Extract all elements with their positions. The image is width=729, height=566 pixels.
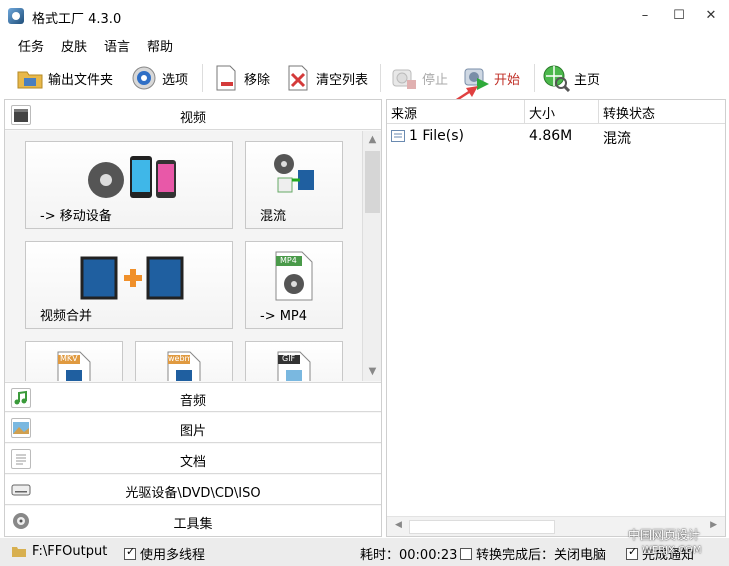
column-source[interactable]: 来源 <box>387 100 525 124</box>
minimize-button[interactable]: – <box>630 6 660 26</box>
elapsed-time: 耗时：00:00:23 <box>360 548 458 563</box>
tile-mobile-device-label: -> 移动设备 <box>40 209 112 224</box>
file-list-icon <box>391 130 405 146</box>
menu-skin[interactable]: 皮肤 <box>61 36 87 55</box>
row-status: 混流 <box>603 131 631 147</box>
menu-language[interactable]: 语言 <box>104 36 130 55</box>
tile-video-merge-label: 视频合并 <box>40 309 93 324</box>
column-size[interactable]: 大小 <box>525 100 599 124</box>
category-image-label: 图片 <box>179 424 206 439</box>
after-convert-toggle[interactable]: 转换完成后：关闭电脑 <box>460 544 606 563</box>
category-panel: 视频 -> 移动设备 混流 视频合并 MP4 -> MP4 MKV webm G… <box>4 99 382 537</box>
watermark-line-1: 中国网页设计 <box>628 528 701 542</box>
app-icon <box>8 8 24 24</box>
multithread-label: 使用多线程 <box>140 548 206 563</box>
mobile-device-icon <box>88 156 176 198</box>
category-image[interactable]: 图片 <box>5 413 381 443</box>
options-label: 选项 <box>162 72 189 88</box>
output-path[interactable]: F:\FFOutput <box>32 544 107 559</box>
mp4-badge: MP4 <box>280 256 297 265</box>
category-document-label: 文档 <box>179 455 206 470</box>
multithread-toggle[interactable]: 使用多线程 <box>124 544 205 563</box>
row-size: 4.86M <box>529 128 573 144</box>
remove-label: 移除 <box>244 72 271 88</box>
remove-file-icon <box>212 64 240 92</box>
category-video-label: 视频 <box>179 111 206 126</box>
maximize-button[interactable]: ☐ <box>664 6 694 26</box>
category-tools-label: 工具集 <box>173 517 213 532</box>
category-document[interactable]: 文档 <box>5 444 381 474</box>
watermark-line-2: WEBJX.COM <box>642 545 702 556</box>
category-disc-label: 光驱设备\DVD\CD\ISO <box>125 486 261 501</box>
toolbar: 输出文件夹 选项 移除 清空列表 停止 开始 主页 <box>0 58 729 98</box>
output-folder-icon <box>12 545 26 561</box>
tile-mobile-device[interactable]: -> 移动设备 <box>25 141 233 229</box>
tile-mp4-label: -> MP4 <box>260 309 308 324</box>
category-audio-label: 音频 <box>179 394 206 409</box>
row-source: 1 File(s) <box>409 128 465 144</box>
clear-list-icon <box>284 64 312 92</box>
watermark: 中国网页设计 WEBJX.COM <box>628 528 702 558</box>
remove-button[interactable]: 移除 <box>212 62 270 94</box>
category-audio[interactable]: 音频 <box>5 382 381 412</box>
scroll-left-icon[interactable]: ◀ <box>395 520 402 530</box>
menu-help[interactable]: 帮助 <box>147 36 173 55</box>
scroll-thumb[interactable] <box>365 151 380 213</box>
stop-icon <box>390 64 418 92</box>
menu-bar: 任务 皮肤 语言 帮助 <box>0 34 729 56</box>
tile-gif[interactable]: GIF <box>245 341 343 381</box>
start-label: 开始 <box>494 72 521 88</box>
options-button[interactable]: 选项 <box>130 62 188 94</box>
mux-icon <box>274 154 314 193</box>
scroll-right-icon[interactable]: ▶ <box>710 520 717 530</box>
webm-badge: webm <box>168 354 193 363</box>
gif-badge: GIF <box>282 354 296 363</box>
scroll-down-icon[interactable]: ▼ <box>363 363 382 381</box>
folder-icon <box>16 64 44 92</box>
tiles-scrollbar[interactable]: ▲ ▼ <box>362 131 381 381</box>
video-merge-icon <box>80 256 184 300</box>
toolbar-divider <box>534 64 535 92</box>
task-list: 来源 大小 转换状态 1 File(s) 4.86M 混流 ◀ ▶ <box>386 99 726 537</box>
category-video[interactable]: 视频 <box>5 100 381 130</box>
after-convert-checkbox[interactable] <box>460 548 472 560</box>
menu-task[interactable]: 任务 <box>18 36 44 55</box>
hscroll-thumb[interactable] <box>409 520 555 534</box>
mkv-badge: MKV <box>60 354 78 363</box>
tile-video-merge[interactable]: 视频合并 <box>25 241 233 329</box>
status-bar: F:\FFOutput 使用多线程 耗时：00:00:23 转换完成后：关闭电脑… <box>0 538 729 566</box>
home-globe-icon <box>542 64 571 93</box>
video-tiles-area: -> 移动设备 混流 视频合并 MP4 -> MP4 MKV webm GIF <box>5 131 362 381</box>
gear-icon <box>130 64 158 92</box>
after-convert-label: 转换完成后：关闭电脑 <box>476 548 607 563</box>
scroll-up-icon[interactable]: ▲ <box>363 131 382 149</box>
tile-mp4[interactable]: MP4 -> MP4 <box>245 241 343 329</box>
multithread-checkbox[interactable] <box>124 545 136 560</box>
output-folder-label: 输出文件夹 <box>48 72 114 88</box>
tile-mux-label: 混流 <box>260 209 287 224</box>
home-button[interactable]: 主页 <box>542 62 600 94</box>
output-folder-button[interactable]: 输出文件夹 <box>16 62 113 94</box>
category-tools[interactable]: 工具集 <box>5 506 381 536</box>
tile-webm[interactable]: webm <box>135 341 233 381</box>
home-label: 主页 <box>574 72 601 88</box>
title-bar: 格式工厂 4.3.0 – ☐ ✕ <box>0 0 729 34</box>
column-status[interactable]: 转换状态 <box>599 100 725 124</box>
close-button[interactable]: ✕ <box>696 6 726 26</box>
toolbar-divider <box>380 64 381 92</box>
window-title: 格式工厂 4.3.0 <box>32 12 122 27</box>
category-disc[interactable]: 光驱设备\DVD\CD\ISO <box>5 475 381 505</box>
clear-list-button[interactable]: 清空列表 <box>284 62 368 94</box>
tile-mux[interactable]: 混流 <box>245 141 343 229</box>
tile-mkv[interactable]: MKV <box>25 341 123 381</box>
toolbar-divider <box>202 64 203 92</box>
clear-list-label: 清空列表 <box>316 72 369 88</box>
